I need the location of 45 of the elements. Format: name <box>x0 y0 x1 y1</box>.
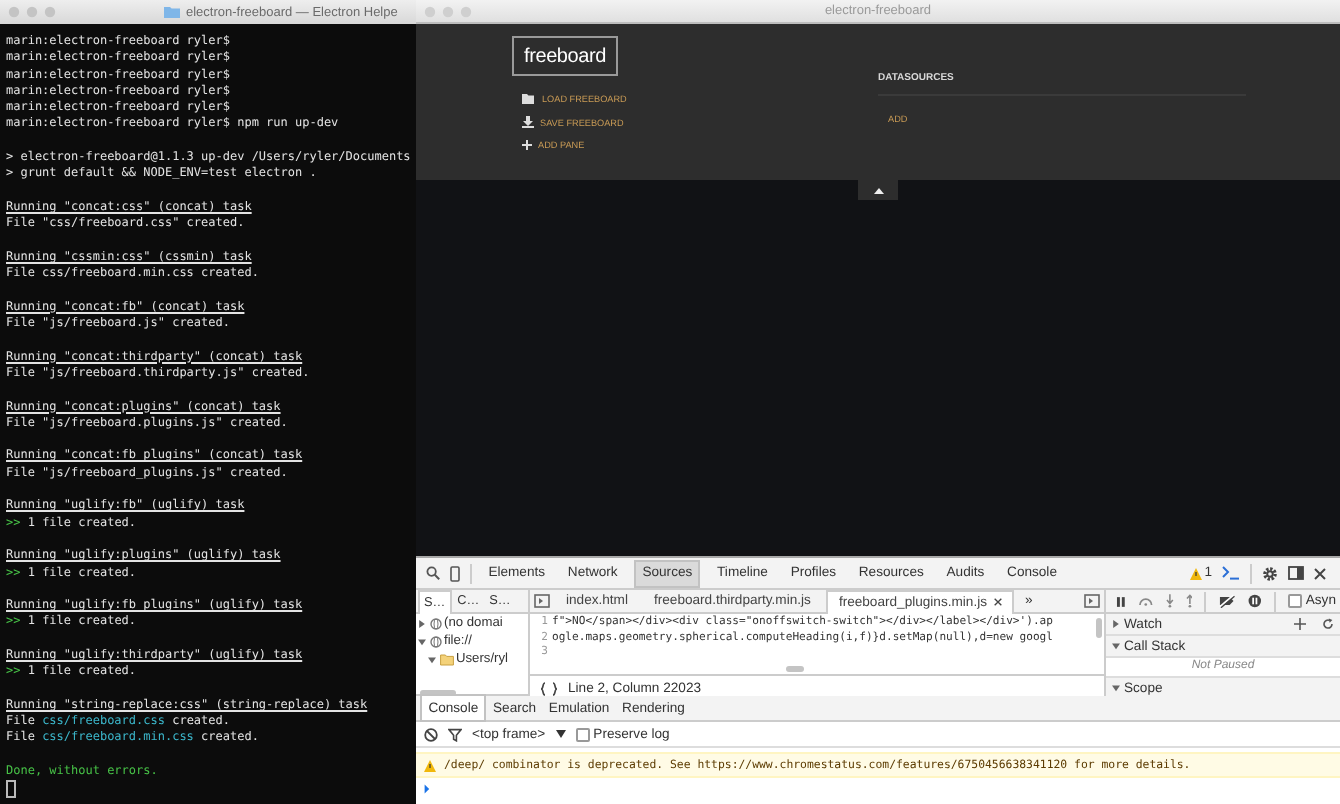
console-prompt-icon[interactable] <box>1222 566 1240 580</box>
async-checkbox[interactable] <box>1287 594 1302 608</box>
folder-icon <box>522 94 536 104</box>
add-icon[interactable] <box>1294 618 1306 630</box>
mobile-device-icon[interactable] <box>450 565 460 581</box>
pause-on-exceptions-icon[interactable] <box>1248 594 1262 608</box>
expanded-triangle-icon[interactable] <box>418 637 426 645</box>
expanded-triangle-icon[interactable] <box>1112 642 1120 650</box>
refresh-icon[interactable] <box>1322 618 1334 630</box>
close-icon[interactable] <box>993 598 1001 606</box>
caret-up-icon <box>873 187 883 193</box>
pause-icon[interactable] <box>1116 595 1126 607</box>
globe-icon <box>429 635 441 647</box>
warning-icon <box>424 759 436 771</box>
text-cursor <box>6 780 16 798</box>
step-into-icon[interactable] <box>1165 594 1174 608</box>
step-over-icon[interactable] <box>1137 596 1154 606</box>
scrollbar-thumb[interactable] <box>1096 618 1102 638</box>
caret-icon <box>422 781 434 795</box>
expanded-triangle-icon[interactable] <box>1112 684 1120 692</box>
collapsed-triangle-icon[interactable] <box>418 619 426 627</box>
step-out-icon[interactable] <box>1185 594 1193 608</box>
download-icon <box>522 116 534 128</box>
warning-icon <box>1190 567 1203 579</box>
plus-icon <box>522 140 532 150</box>
collapsed-triangle-icon[interactable] <box>1112 620 1120 628</box>
logo: freeboard <box>512 36 619 76</box>
filter-icon[interactable] <box>448 727 462 741</box>
settings-icon[interactable] <box>1262 565 1278 581</box>
dropdown-arrow-icon[interactable] <box>555 730 566 738</box>
dock-side-icon[interactable] <box>1288 566 1304 580</box>
clear-console-icon[interactable] <box>424 727 438 741</box>
folder-icon <box>439 653 453 665</box>
toggle-debugger-icon[interactable] <box>1084 594 1100 608</box>
folder-icon <box>164 6 180 18</box>
search-icon[interactable] <box>426 566 440 580</box>
preserve-log-checkbox[interactable] <box>575 727 590 741</box>
close-icon[interactable] <box>1314 567 1326 579</box>
scrollbar-thumb[interactable] <box>786 666 804 672</box>
expanded-triangle-icon[interactable] <box>428 655 436 663</box>
globe-icon <box>429 617 441 629</box>
deactivate-breakpoints-icon[interactable] <box>1218 594 1237 608</box>
toggle-navigator-icon[interactable] <box>534 594 550 608</box>
pretty-print-icon[interactable] <box>540 681 558 695</box>
collapse-tab[interactable] <box>858 180 898 200</box>
